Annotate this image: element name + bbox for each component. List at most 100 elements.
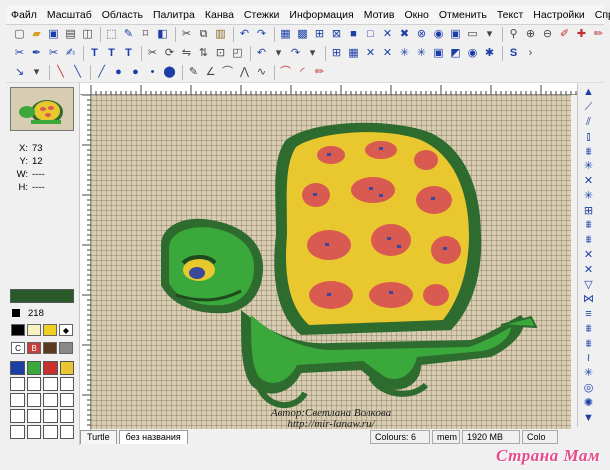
undo-arrow-icon[interactable]: ↶ (254, 46, 269, 61)
menu-settings[interactable]: Настройки (528, 5, 590, 25)
stitch-x2-icon[interactable]: ✕ (582, 250, 596, 262)
grid-icon[interactable]: ▦ (278, 27, 293, 42)
rotate-icon[interactable]: ⟳ (162, 46, 177, 61)
fill-icon[interactable]: ◧ (155, 27, 170, 42)
scroll-down-icon[interactable]: ▼ (582, 412, 596, 424)
stitch-icon[interactable]: ⊞ (329, 46, 344, 61)
palette-color[interactable] (59, 409, 74, 423)
undo-icon[interactable]: ↶ (237, 27, 252, 42)
font-icon[interactable]: T (104, 46, 119, 61)
curve-icon[interactable]: ⌒ (278, 65, 293, 80)
menu-file[interactable]: Файл (6, 5, 42, 25)
text-icon[interactable]: T (87, 46, 102, 61)
stitch-x-icon[interactable]: ✕ (380, 27, 395, 42)
select-rect-icon[interactable]: ⬚ (104, 27, 119, 42)
menu-motif[interactable]: Мотив (359, 5, 400, 25)
dot-icon[interactable]: ● (111, 65, 126, 80)
stitch-comb-icon[interactable]: ⩩ (582, 146, 596, 158)
palette-yellow[interactable] (43, 324, 57, 336)
dropdown-icon[interactable]: ▾ (29, 65, 44, 80)
select-free-icon[interactable]: ✎ (121, 27, 136, 42)
menu-stitches[interactable]: Стежки (239, 5, 284, 25)
palette-color[interactable] (26, 409, 41, 423)
pattern-thumbnail[interactable] (10, 87, 74, 131)
stitch-lines-icon[interactable]: ≡ (582, 309, 596, 321)
palette-color[interactable] (10, 377, 25, 391)
stitch-dot-icon[interactable]: ◉ (431, 27, 446, 42)
redo-arrow-icon[interactable]: ↷ (288, 46, 303, 61)
new-icon[interactable]: ▢ (12, 27, 27, 42)
menu-undo[interactable]: Отменить (434, 5, 492, 25)
stitch-zigzag-icon[interactable]: ≀ (582, 353, 596, 365)
palette-color[interactable] (43, 425, 58, 439)
tab-turtle[interactable]: Turtle (80, 430, 117, 444)
palette-color[interactable] (43, 377, 58, 391)
palette-color[interactable] (59, 377, 74, 391)
stitch-box-icon[interactable]: ▣ (448, 27, 463, 42)
menu-window[interactable]: Окно (399, 5, 433, 25)
redo-icon[interactable]: ↷ (254, 27, 269, 42)
palette-black[interactable] (11, 324, 25, 336)
stitch-knot-icon[interactable]: ✱ (482, 46, 497, 61)
stitch-fan3-icon[interactable]: ⩩ (582, 323, 596, 336)
stitch-frame-icon[interactable]: ▣ (431, 46, 446, 61)
stitch-butterfly-icon[interactable]: ⋈ (582, 294, 596, 306)
needle-icon[interactable]: ✒ (29, 46, 44, 61)
backstitch-icon[interactable]: ✕ (363, 46, 378, 61)
menu-text[interactable]: Текст (492, 5, 528, 25)
palette-color[interactable] (10, 409, 25, 423)
square-icon[interactable]: ■ (346, 27, 361, 42)
stitch-quarter-icon[interactable]: ◩ (448, 46, 463, 61)
dropdown-icon[interactable]: ▾ (305, 46, 320, 61)
stitch-vertical-icon[interactable]: ⫾ (582, 131, 596, 143)
pattern-canvas[interactable]: Автор:Светлана Волкова http://mir-lanaw.… (91, 95, 571, 429)
print-icon[interactable]: ▤ (63, 27, 78, 42)
zoom-in-icon[interactable]: ⊕ (523, 27, 538, 42)
line-thick-icon[interactable]: ╲ (70, 65, 85, 80)
palette-color[interactable] (59, 361, 74, 375)
stitch-x-icon[interactable]: ✕ (582, 176, 596, 188)
stitch-star2-icon[interactable]: ✳ (414, 46, 429, 61)
stitch-triangle-icon[interactable]: ▽ (582, 279, 596, 291)
layer-icon[interactable]: ◰ (230, 46, 245, 61)
grid-fine-icon[interactable]: ▩ (295, 27, 310, 42)
palette-mode-c[interactable]: C (11, 342, 25, 354)
free-line-icon[interactable]: ∿ (254, 65, 269, 80)
scroll-up-icon[interactable]: ▲ (582, 87, 596, 99)
zoom-out-icon[interactable]: ⊖ (540, 27, 555, 42)
flip-icon[interactable]: ⇋ (179, 46, 194, 61)
angle-icon[interactable]: ∠ (203, 65, 218, 80)
pin-icon[interactable]: ✚ (574, 27, 589, 42)
scissors-icon[interactable]: ✂ (145, 46, 160, 61)
stitch-fine-icon[interactable]: ▦ (346, 46, 361, 61)
palette-color[interactable] (26, 425, 41, 439)
menu-zoom[interactable]: Масштаб (42, 5, 97, 25)
dot-small-icon[interactable]: • (145, 65, 160, 80)
stitch-xx-icon[interactable]: ✖ (397, 27, 412, 42)
palette-color[interactable] (10, 425, 25, 439)
palette-color[interactable] (10, 393, 25, 407)
palette-color[interactable] (26, 377, 41, 391)
stitch-x3-icon[interactable]: ✕ (582, 264, 596, 276)
palette-brown[interactable] (43, 342, 57, 354)
menu-area[interactable]: Область (97, 5, 148, 25)
stitch-circle-icon[interactable]: ◉ (465, 46, 480, 61)
menu-info[interactable]: Информация (284, 5, 358, 25)
special-icon[interactable]: S (506, 46, 521, 61)
dropdown-icon[interactable]: ▾ (482, 27, 497, 42)
brush-icon[interactable]: ╱ (94, 65, 109, 80)
marker-icon[interactable]: ✐ (557, 27, 572, 42)
dot-large-icon[interactable]: ⬤ (162, 65, 177, 80)
grid-dots-icon[interactable]: ⊞ (312, 27, 327, 42)
stitch-fan2-icon[interactable]: ⩩ (582, 235, 596, 247)
special-arrow-icon[interactable]: › (523, 46, 538, 61)
stitch-diagonal-icon[interactable]: ⟋ (582, 102, 596, 114)
path-icon[interactable]: ⌒ (220, 65, 235, 80)
grid-cross-icon[interactable]: ⊠ (329, 27, 344, 42)
line-icon[interactable]: ╲ (53, 65, 68, 80)
menu-palette[interactable]: Палитра (148, 5, 200, 25)
paste-icon[interactable]: ▥ (213, 27, 228, 42)
stitch-tool-icon[interactable]: ✂ (12, 46, 27, 61)
paint-icon[interactable]: ✍ (63, 46, 78, 61)
stitch-diagonal-double-icon[interactable]: ⫽ (582, 117, 596, 129)
